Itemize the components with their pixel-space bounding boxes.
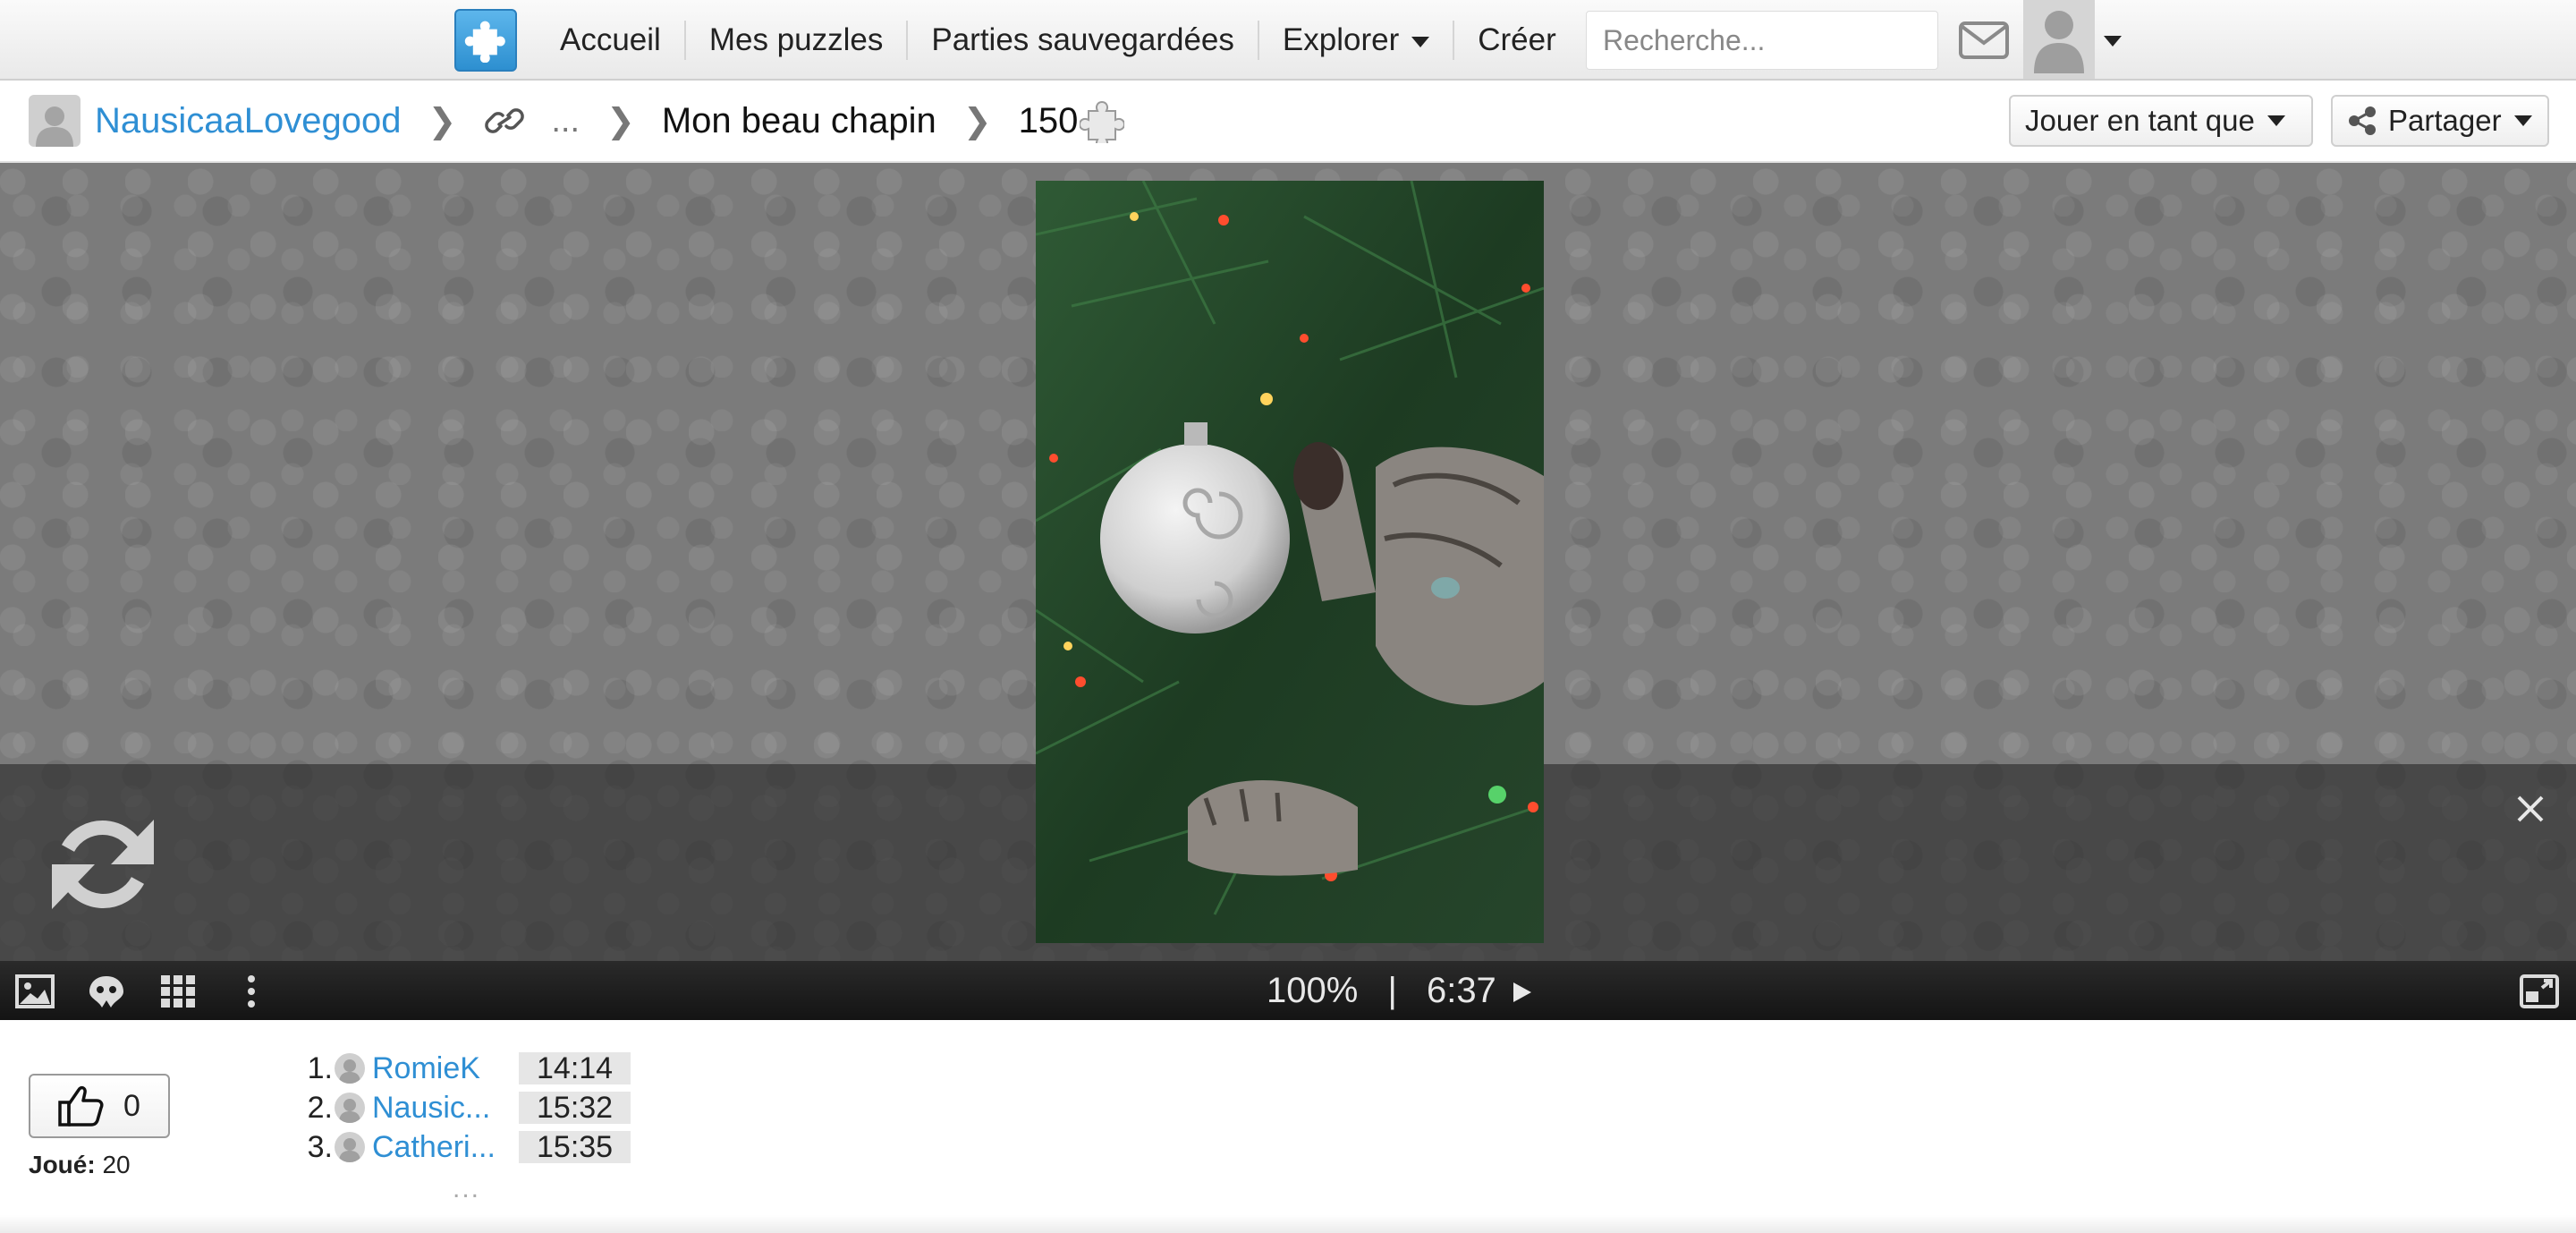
- author-avatar[interactable]: [29, 95, 80, 147]
- nav-creer-label: Créer: [1478, 22, 1556, 57]
- avatar: [335, 1093, 365, 1123]
- nav-creer[interactable]: Créer: [1454, 21, 1580, 60]
- played-count: Joué: 20: [29, 1151, 131, 1179]
- link-icon[interactable]: [483, 105, 526, 137]
- nav-mes-puzzles-label: Mes puzzles: [708, 22, 884, 57]
- thumbs-up-icon: [58, 1085, 104, 1127]
- grid-icon[interactable]: [157, 974, 199, 1009]
- leaderboard-name[interactable]: Catheri...: [372, 1130, 506, 1165]
- nav-explorer-label: Explorer: [1282, 22, 1400, 57]
- puzzle-stage[interactable]: 100% | 6:37: [0, 163, 2576, 1020]
- leaderboard-name[interactable]: RomieK: [372, 1051, 506, 1086]
- elapsed-time: 6:37: [1426, 971, 1496, 1010]
- play-as-label: Jouer en tant que: [2025, 104, 2255, 137]
- leaderboard-row: 1. RomieK 14:14: [297, 1050, 631, 1086]
- nav-mes-puzzles[interactable]: Mes puzzles: [686, 21, 909, 60]
- like-button[interactable]: 0: [29, 1074, 170, 1138]
- nav-accueil-label: Accueil: [560, 22, 661, 57]
- player-toolbar: 100% | 6:37: [0, 961, 2576, 1020]
- share-dropdown[interactable]: Partager: [2331, 95, 2549, 147]
- leaderboard-row: 2. Nausic... 15:32: [297, 1090, 631, 1126]
- puzzle-logo-icon[interactable]: [454, 9, 517, 72]
- chevron-down-icon: [2267, 115, 2285, 126]
- share-icon: [2349, 106, 2376, 135]
- reload-icon[interactable]: [48, 814, 157, 914]
- puzzle-image[interactable]: [1036, 181, 1544, 943]
- mail-icon[interactable]: [1959, 21, 2009, 59]
- zoom-level: 100%: [1267, 971, 1359, 1010]
- play-icon[interactable]: [1512, 981, 1533, 1004]
- avatar: [335, 1132, 365, 1162]
- chevron-right-icon: ❯: [606, 102, 635, 140]
- puzzle-piece-icon: [1080, 100, 1125, 143]
- user-silhouette-icon: [2034, 11, 2084, 73]
- bottom-shadow: [0, 1215, 2576, 1233]
- user-silhouette-icon: [36, 106, 73, 147]
- nav-explorer[interactable]: Explorer: [1259, 21, 1455, 60]
- nav-parties-label: Parties sauvegardées: [931, 22, 1234, 57]
- top-navbar: Accueil Mes puzzles Parties sauvegardées…: [0, 0, 2576, 81]
- breadcrumb-user-link[interactable]: NausicaaLovegood: [95, 101, 401, 141]
- share-label: Partager: [2388, 104, 2502, 137]
- piece-count: 150: [1018, 100, 1079, 140]
- chevron-right-icon: ❯: [428, 102, 457, 140]
- leaderboard-rank: 2.: [307, 1090, 333, 1125]
- leaderboard-name[interactable]: Nausic...: [372, 1091, 506, 1126]
- leaderboard-time: 14:14: [519, 1052, 631, 1084]
- nav-accueil[interactable]: Accueil: [537, 21, 686, 60]
- search-input[interactable]: [1586, 11, 1938, 70]
- breadcrumb-ellipsis[interactable]: ...: [551, 102, 580, 140]
- user-avatar[interactable]: [2023, 0, 2095, 79]
- close-icon[interactable]: [2513, 792, 2547, 826]
- leaderboard-rank: 3.: [307, 1129, 333, 1164]
- avatar: [335, 1053, 365, 1084]
- leaderboard-rank: 1.: [307, 1050, 333, 1085]
- play-as-dropdown[interactable]: Jouer en tant que: [2009, 95, 2313, 147]
- main-nav: Accueil Mes puzzles Parties sauvegardées…: [537, 0, 1580, 81]
- chevron-right-icon: ❯: [962, 102, 992, 140]
- status-divider: |: [1387, 971, 1397, 1010]
- leaderboard-time: 15:32: [519, 1092, 631, 1124]
- user-menu-caret-icon[interactable]: [2104, 36, 2122, 47]
- played-value: 20: [102, 1151, 131, 1178]
- nav-parties-sauvegardees[interactable]: Parties sauvegardées: [908, 21, 1259, 60]
- like-count: 0: [123, 1088, 140, 1123]
- player-status: 100% | 6:37: [1267, 961, 1533, 1020]
- chevron-down-icon: [2513, 115, 2532, 126]
- ghost-image-icon[interactable]: [86, 974, 127, 1009]
- leaderboard-row: 3. Catheri... 15:35: [297, 1129, 631, 1165]
- puzzle-title: Mon beau chapin: [661, 100, 936, 140]
- leaderboard-time: 15:35: [519, 1131, 631, 1163]
- played-label: Joué:: [29, 1151, 96, 1178]
- image-preview-icon[interactable]: [14, 974, 55, 1009]
- more-options-icon[interactable]: [231, 974, 272, 1009]
- breadcrumb: NausicaaLovegood ❯ ... ❯ Mon beau chapin…: [29, 81, 1125, 161]
- chevron-down-icon: [1411, 36, 1430, 47]
- fullscreen-icon[interactable]: [2519, 974, 2560, 1009]
- leaderboard-more[interactable]: ...: [453, 1174, 480, 1204]
